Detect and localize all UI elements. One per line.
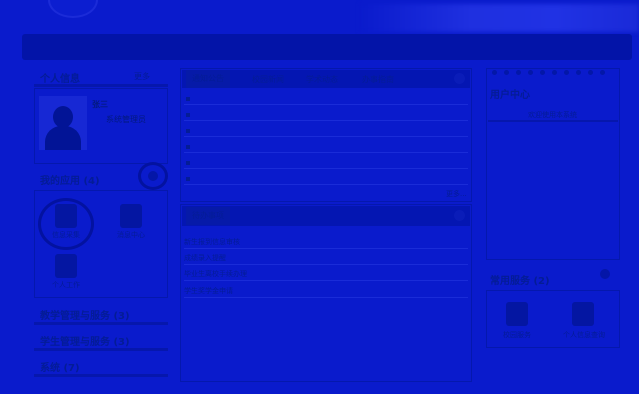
- refresh-icon[interactable]: [454, 210, 465, 221]
- logo: [48, 0, 98, 18]
- service-icon-campus[interactable]: [506, 302, 528, 326]
- tab-notice[interactable]: 通知公告: [186, 70, 230, 88]
- divider: [34, 374, 168, 377]
- app-icon-message-center[interactable]: [120, 204, 142, 228]
- menu-item-count: (3): [113, 311, 130, 322]
- tab-guide[interactable]: 办事指南: [362, 74, 394, 85]
- menu-item-count: (7): [63, 363, 80, 374]
- settings-icon[interactable]: [600, 269, 610, 279]
- bullet-icon: [186, 177, 190, 181]
- news-row[interactable]: [184, 136, 468, 137]
- divider: [488, 120, 618, 122]
- user-name: 张三: [92, 100, 108, 109]
- menu-item-teaching[interactable]: 教学管理与服务 (3): [40, 307, 130, 322]
- menu-item-label: 学生管理与服务: [40, 337, 110, 348]
- todo-item[interactable]: 毕业生离校手续办理: [184, 269, 247, 279]
- bullet-icon: [186, 113, 190, 117]
- menu-item-system[interactable]: 系统 (7): [40, 359, 80, 374]
- news-tabbar: 通知公告 校园新闻 学术动态 办事指南: [182, 70, 470, 88]
- my-apps-title: 我的应用 (4): [40, 172, 100, 187]
- refresh-icon[interactable]: [454, 73, 465, 84]
- tab-todo[interactable]: 待办事项: [186, 207, 230, 225]
- header-banner: [360, 4, 639, 32]
- personal-info-more-link[interactable]: 更多: [134, 71, 150, 82]
- menu-item-count: (3): [113, 337, 130, 348]
- tab-academic[interactable]: 学术动态: [306, 74, 338, 85]
- news-row[interactable]: [184, 168, 468, 169]
- divider: [184, 248, 468, 249]
- decorative-dots: [490, 70, 616, 76]
- divider: [34, 322, 168, 325]
- app-label: 消息中心: [117, 231, 145, 239]
- divider: [34, 84, 168, 87]
- user-center-subtitle: 欢迎使用本系统: [528, 111, 577, 119]
- common-services-title: 常用服务 (2): [490, 272, 550, 287]
- bullet-icon: [186, 161, 190, 165]
- news-more-link[interactable]: 更多...: [446, 189, 467, 199]
- bullet-icon: [186, 145, 190, 149]
- avatar: [39, 96, 87, 150]
- news-row[interactable]: [184, 120, 468, 121]
- news-row[interactable]: [184, 152, 468, 153]
- todo-item[interactable]: 学生奖学金申请: [184, 286, 233, 296]
- app-icon-personal-work[interactable]: [55, 254, 77, 278]
- common-services-count: (2): [533, 276, 550, 287]
- settings-icon-core: [148, 171, 158, 181]
- divider: [34, 348, 168, 351]
- news-row[interactable]: [184, 184, 468, 185]
- divider: [184, 297, 468, 298]
- app-label: 信息采集: [52, 231, 80, 239]
- common-services-title-text: 常用服务: [490, 276, 530, 287]
- todo-tabbar: 待办事项: [182, 206, 470, 226]
- menu-item-students[interactable]: 学生管理与服务 (3): [40, 333, 130, 348]
- my-apps-count: (4): [83, 176, 100, 187]
- app-label: 个人工作: [52, 281, 80, 289]
- news-panel: [180, 68, 472, 202]
- news-row[interactable]: [184, 104, 468, 105]
- top-nav-bar[interactable]: [22, 34, 632, 60]
- user-center-title: 用户中心: [490, 90, 530, 101]
- service-label: 个人信息查询: [563, 331, 605, 339]
- personal-info-title: 个人信息: [40, 74, 80, 85]
- todo-item[interactable]: 新生报到信息审核: [184, 237, 240, 247]
- tab-campus-news[interactable]: 校园新闻: [252, 74, 284, 85]
- my-apps-title-text: 我的应用: [40, 176, 80, 187]
- divider: [184, 264, 468, 265]
- service-label: 校园服务: [503, 331, 531, 339]
- divider: [184, 280, 468, 281]
- menu-item-label: 系统: [40, 363, 60, 374]
- user-role: 系统管理员: [106, 115, 146, 124]
- bullet-icon: [186, 129, 190, 133]
- todo-item[interactable]: 成绩录入提醒: [184, 253, 226, 263]
- app-icon-info-collect[interactable]: [55, 204, 77, 228]
- bullet-icon: [186, 97, 190, 101]
- menu-item-label: 教学管理与服务: [40, 311, 110, 322]
- service-icon-personal-query[interactable]: [572, 302, 594, 326]
